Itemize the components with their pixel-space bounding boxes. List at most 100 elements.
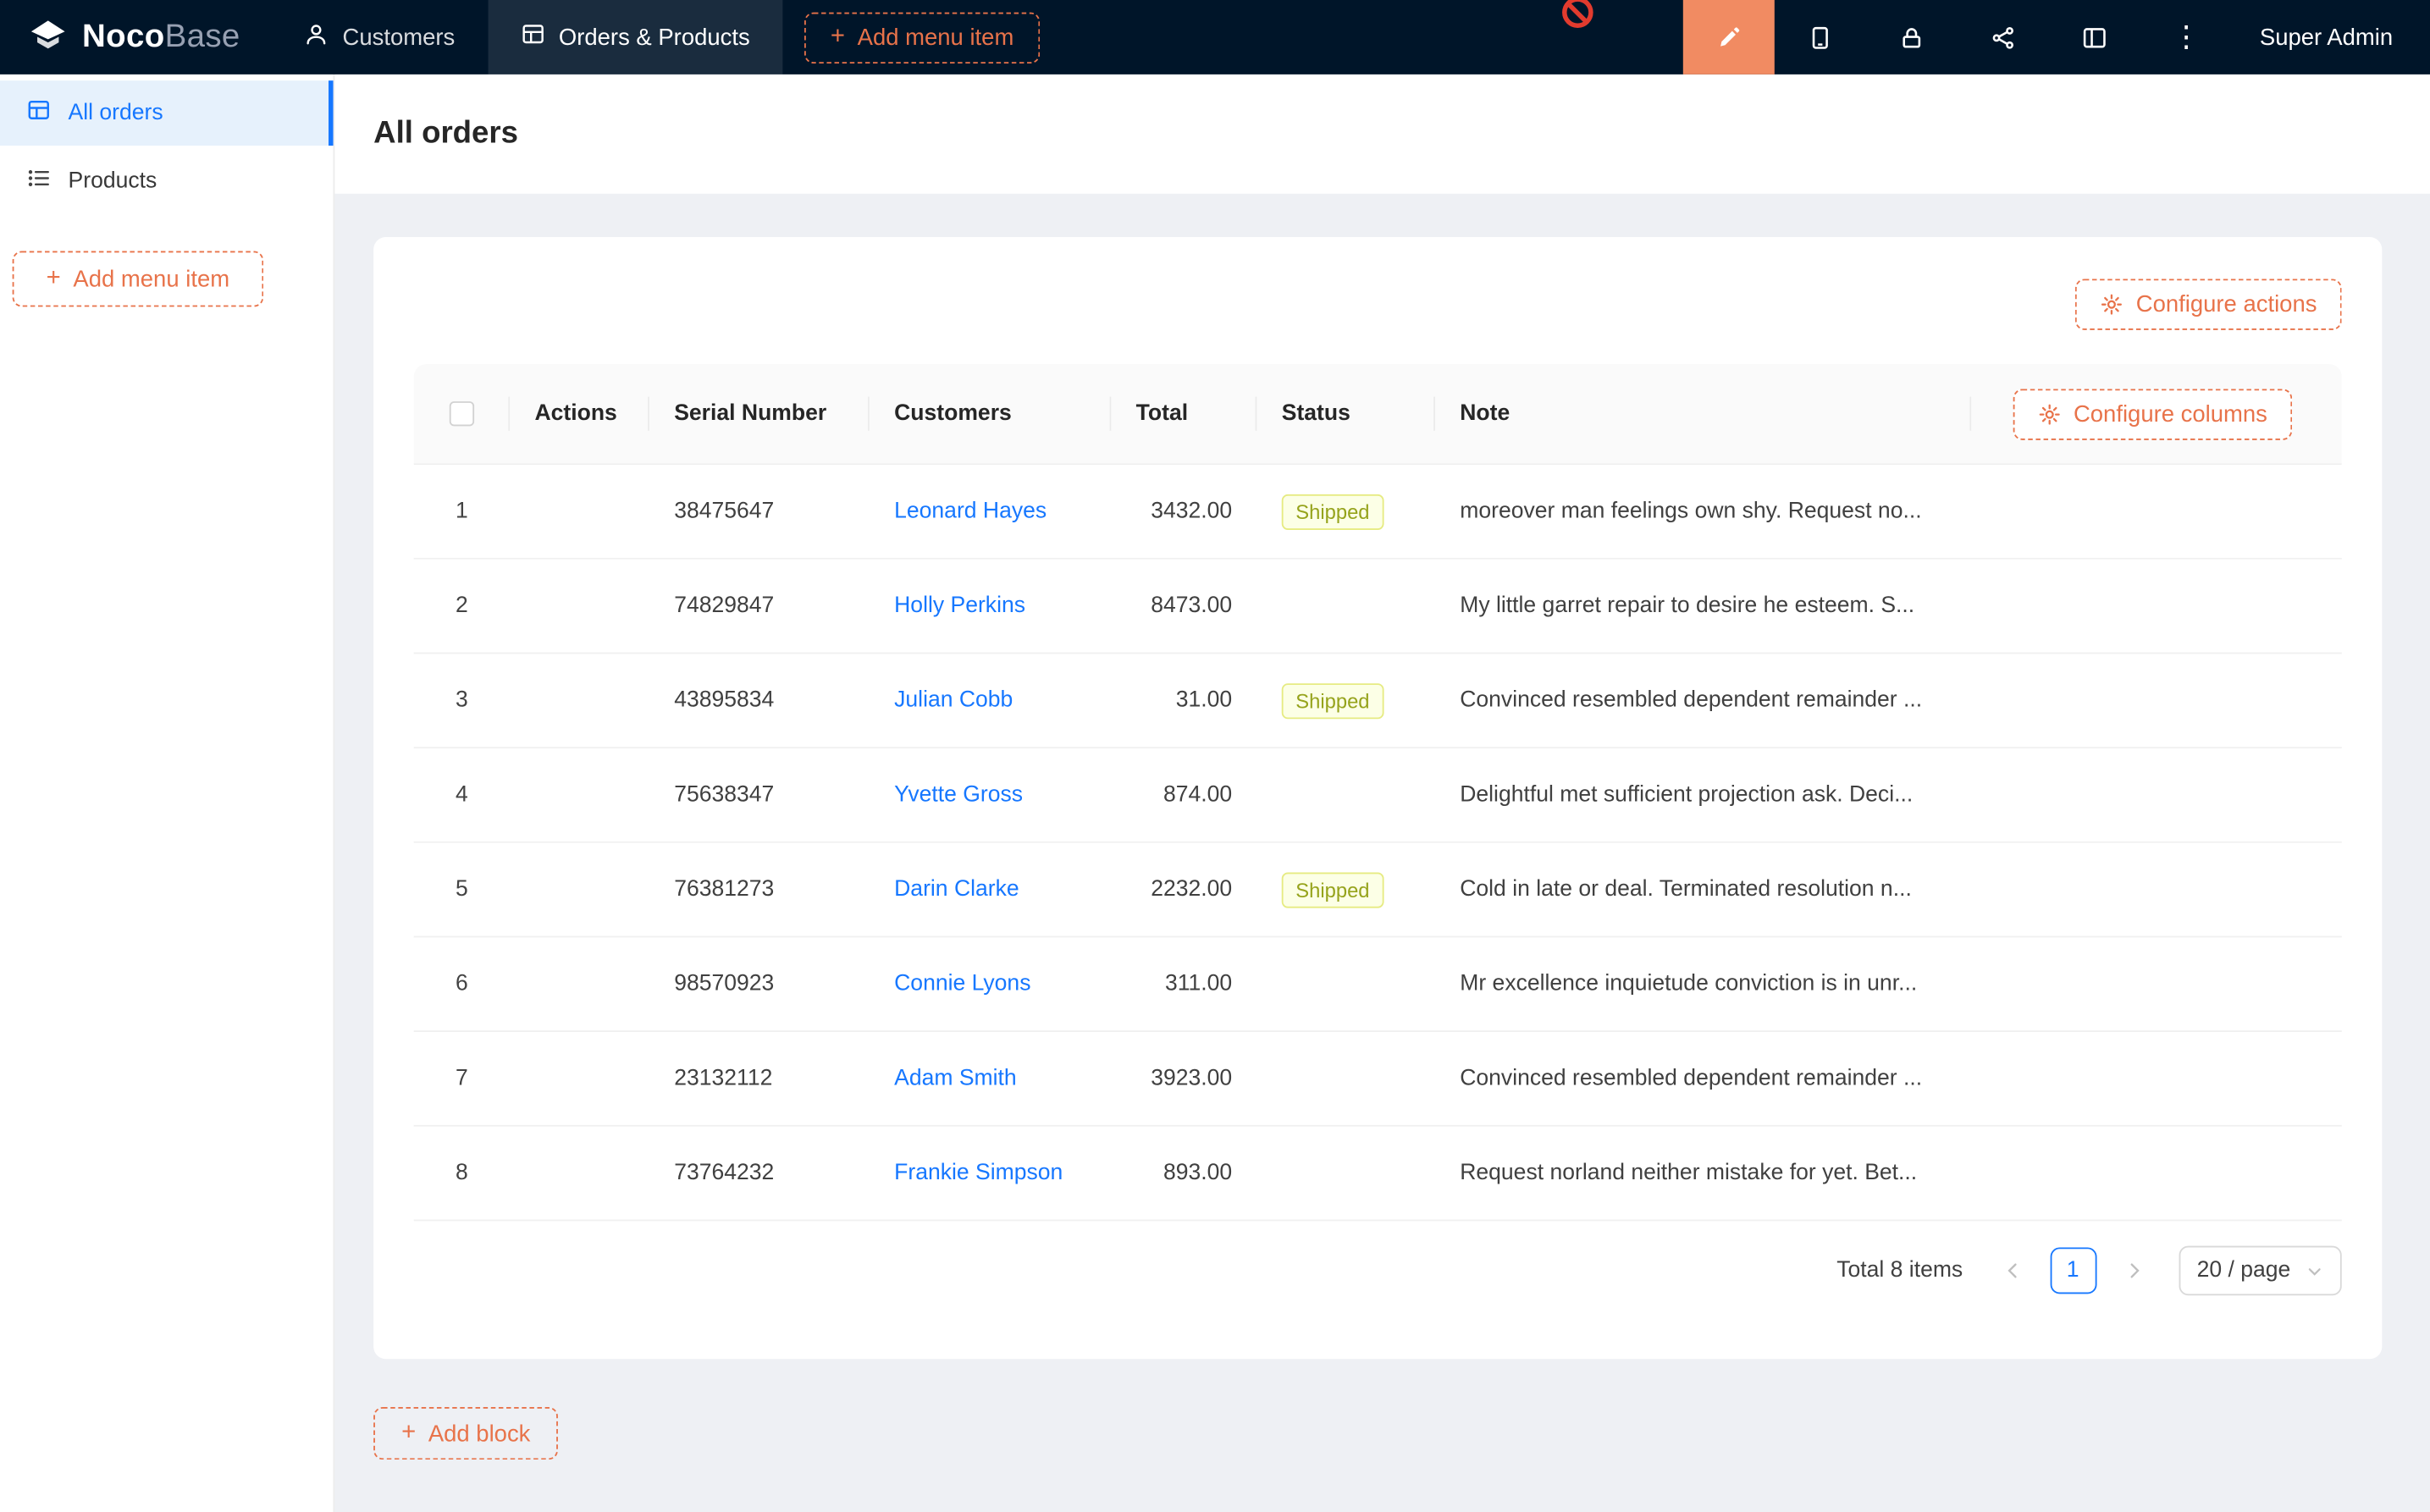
- gear-icon: [2038, 402, 2061, 425]
- select-all-cell: [414, 364, 510, 463]
- more-vertical-icon[interactable]: ⋮: [2140, 0, 2232, 74]
- status-cell: Shipped: [1256, 843, 1434, 936]
- ui-editor-pen-icon[interactable]: [1683, 0, 1775, 74]
- menu-item-orders-products[interactable]: Orders & Products: [488, 0, 782, 74]
- tablet-icon[interactable]: [1775, 0, 1866, 74]
- orders-table-icon: [26, 97, 51, 129]
- total-cell: 8473.00: [1111, 560, 1256, 653]
- sidebar-item-products[interactable]: Products: [0, 149, 334, 214]
- customer-cell: Leonard Hayes: [870, 465, 1112, 558]
- add-menu-item-button-header[interactable]: + Add menu item: [804, 12, 1041, 63]
- customer-cell: Julian Cobb: [870, 654, 1112, 747]
- column-header-customers: Customers: [870, 364, 1112, 463]
- table-row[interactable]: 2 74829847 Holly Perkins 8473.00 My litt…: [414, 560, 2342, 654]
- customer-link[interactable]: Holly Perkins: [894, 593, 1025, 618]
- configure-columns-cell: Configure columns: [1971, 364, 2341, 463]
- table-icon: [520, 22, 544, 53]
- row-index-cell: 2: [414, 560, 510, 653]
- customer-link[interactable]: Adam Smith: [894, 1066, 1017, 1090]
- note-cell: Convinced resembled dependent remainder …: [1435, 1032, 1971, 1125]
- customer-link[interactable]: Yvette Gross: [894, 782, 1023, 807]
- share-nodes-icon[interactable]: [1958, 0, 2049, 74]
- table-row[interactable]: 3 43895834 Julian Cobb 31.00 Shipped Con…: [414, 654, 2342, 748]
- serial-number-cell: 98570923: [649, 937, 870, 1030]
- total-cell: 893.00: [1111, 1127, 1256, 1220]
- total-cell: 874.00: [1111, 748, 1256, 842]
- customer-link[interactable]: Julian Cobb: [894, 688, 1013, 713]
- column-header-total: Total: [1111, 364, 1256, 463]
- total-cell: 3432.00: [1111, 465, 1256, 558]
- configure-actions-button[interactable]: Configure actions: [2075, 279, 2341, 329]
- add-block-button[interactable]: + Add block: [373, 1407, 558, 1460]
- table-row[interactable]: 7 23132112 Adam Smith 3923.00 Convinced …: [414, 1032, 2342, 1127]
- status-tag: Shipped: [1282, 872, 1383, 908]
- logo[interactable]: NocoBase: [0, 0, 271, 74]
- menu-item-label: Orders & Products: [559, 24, 750, 50]
- sidebar-item-label: All orders: [69, 101, 163, 125]
- chevron-right-icon: [2124, 1261, 2143, 1280]
- table-row[interactable]: 5 76381273 Darin Clarke 2232.00 Shipped …: [414, 843, 2342, 938]
- serial-number-cell: 75638347: [649, 748, 870, 842]
- sidebar-menu: All orders Products: [0, 74, 334, 214]
- chevron-down-icon: [2306, 1262, 2323, 1279]
- row-index: 1: [456, 499, 468, 523]
- status-cell: [1256, 1127, 1434, 1220]
- no-entry-icon: [1562, 0, 1593, 28]
- plus-icon: +: [401, 1421, 416, 1445]
- status-cell: Shipped: [1256, 465, 1434, 558]
- serial-number-cell: 74829847: [649, 560, 870, 653]
- add-menu-item-button-sidebar[interactable]: + Add menu item: [13, 251, 264, 307]
- orders-table: Actions Serial Number Customers Total St…: [414, 364, 2342, 1221]
- customer-link[interactable]: Leonard Hayes: [894, 499, 1047, 523]
- customer-link[interactable]: Darin Clarke: [894, 877, 1019, 902]
- person-icon: [304, 22, 329, 53]
- orders-table-card: Configure actions Actions Serial Number …: [373, 237, 2382, 1359]
- serial-number-cell: 23132112: [649, 1032, 870, 1125]
- row-index-cell: 3: [414, 654, 510, 747]
- row-index: 3: [456, 688, 468, 713]
- serial-number-cell: 38475647: [649, 465, 870, 558]
- user-menu[interactable]: Super Admin: [2232, 24, 2430, 50]
- status-cell: [1256, 748, 1434, 842]
- customer-link[interactable]: Frankie Simpson: [894, 1161, 1063, 1185]
- row-index-cell: 6: [414, 937, 510, 1030]
- note-cell: My little garret repair to desire he est…: [1435, 560, 1971, 653]
- table-row[interactable]: 4 75638347 Yvette Gross 874.00 Delightfu…: [414, 748, 2342, 843]
- select-all-checkbox[interactable]: [450, 401, 474, 426]
- table-row[interactable]: 6 98570923 Connie Lyons 311.00 Mr excell…: [414, 937, 2342, 1032]
- page-size-select[interactable]: 20 / page: [2179, 1246, 2342, 1296]
- row-index: 5: [456, 877, 468, 902]
- layout-icon[interactable]: [2049, 0, 2140, 74]
- row-index-cell: 7: [414, 1032, 510, 1125]
- menu-item-label: Customers: [342, 24, 455, 50]
- row-actions-cell: [510, 1127, 649, 1220]
- table-toolbar: Configure actions: [414, 279, 2342, 329]
- row-index-cell: 5: [414, 843, 510, 936]
- sidebar-item-all-orders[interactable]: All orders: [0, 80, 334, 146]
- customer-cell: Yvette Gross: [870, 748, 1112, 842]
- status-cell: Shipped: [1256, 654, 1434, 747]
- row-index: 6: [456, 972, 468, 996]
- plus-icon: +: [831, 24, 845, 48]
- customer-cell: Connie Lyons: [870, 937, 1112, 1030]
- status-tag: Shipped: [1282, 682, 1383, 718]
- row-index: 2: [456, 593, 468, 618]
- table-row[interactable]: 1 38475647 Leonard Hayes 3432.00 Shipped…: [414, 465, 2342, 560]
- lock-icon[interactable]: [1866, 0, 1958, 74]
- menu-item-customers[interactable]: Customers: [271, 0, 487, 74]
- header-actions: ⋮ Super Admin: [1683, 0, 2430, 74]
- page-number-button[interactable]: 1: [2050, 1247, 2096, 1294]
- customer-link[interactable]: Connie Lyons: [894, 972, 1030, 996]
- configure-columns-button[interactable]: Configure columns: [2013, 389, 2293, 439]
- sidebar-item-label: Products: [69, 169, 157, 194]
- previous-page-button[interactable]: [1989, 1247, 2035, 1294]
- status-tag: Shipped: [1282, 494, 1383, 529]
- pagination-total: Total 8 items: [1836, 1258, 1963, 1283]
- note-cell: Cold in late or deal. Terminated resolut…: [1435, 843, 1971, 936]
- note-cell: Request norland neither mistake for yet.…: [1435, 1127, 1971, 1220]
- table-row[interactable]: 8 73764232 Frankie Simpson 893.00 Reques…: [414, 1127, 2342, 1222]
- plus-icon: +: [47, 266, 61, 290]
- nocobase-logo-icon: [28, 14, 69, 62]
- table-body: 1 38475647 Leonard Hayes 3432.00 Shipped…: [414, 465, 2342, 1221]
- next-page-button[interactable]: [2110, 1247, 2157, 1294]
